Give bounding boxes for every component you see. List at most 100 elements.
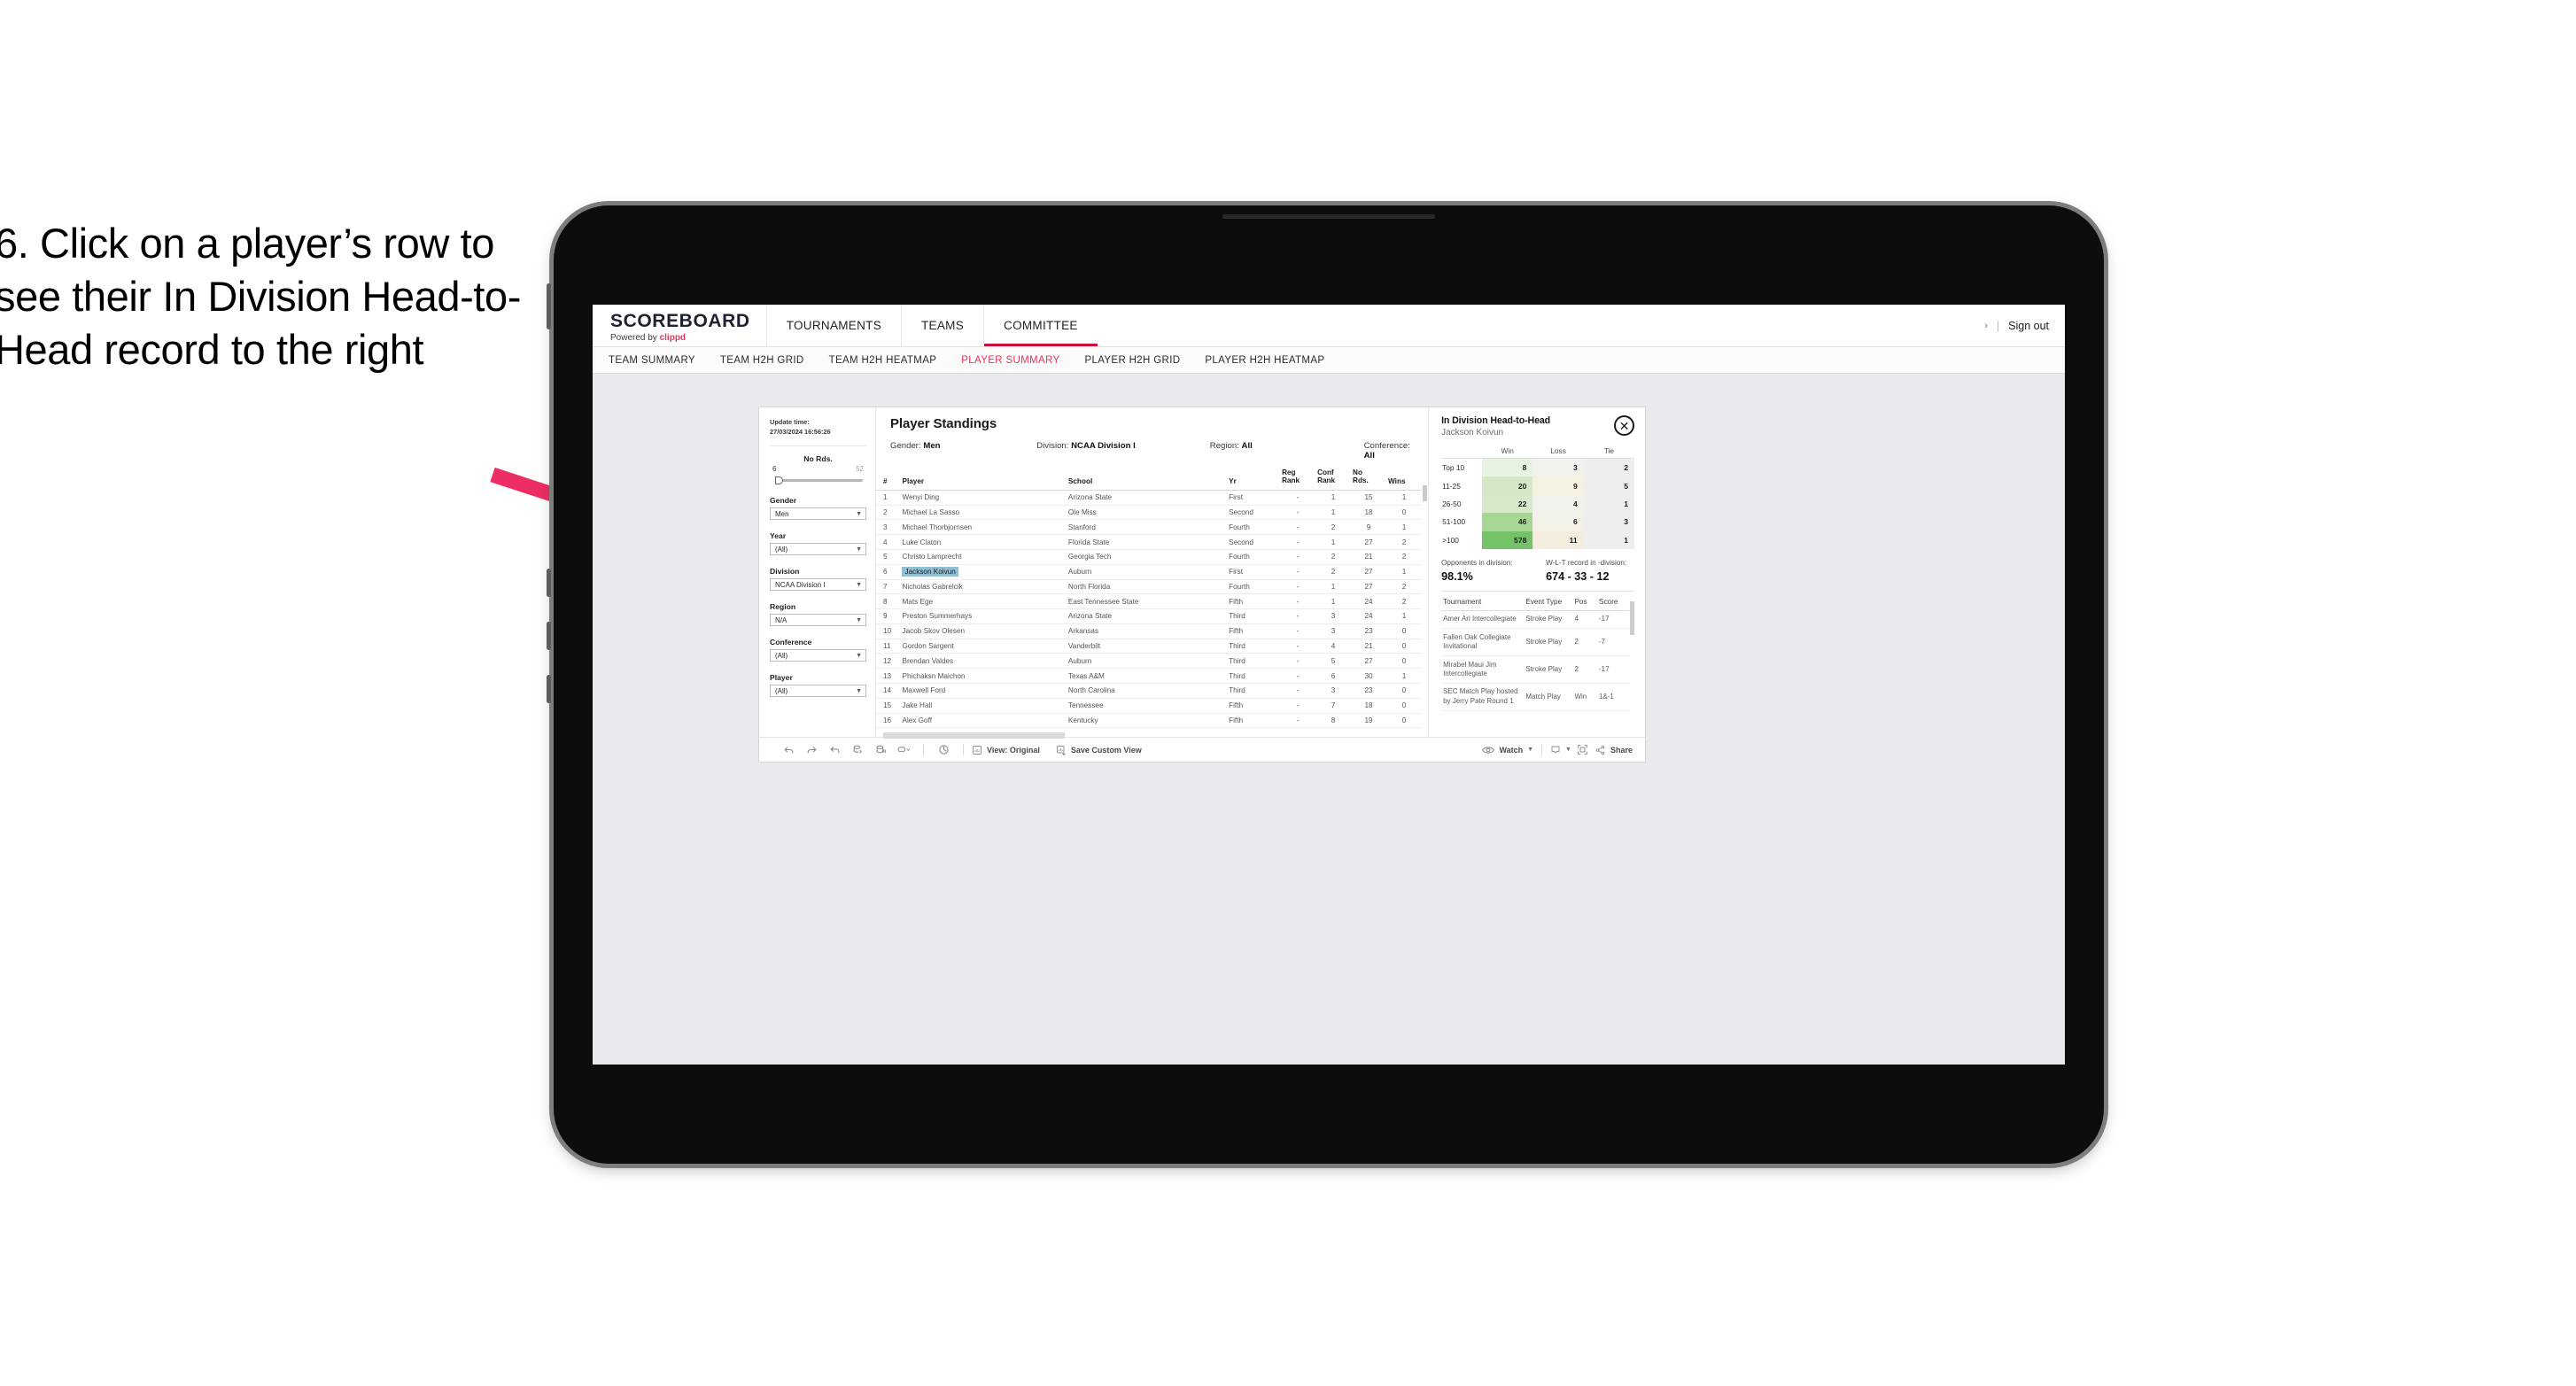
nav-tab-teams[interactable]: TEAMS (901, 305, 983, 346)
col-player[interactable]: Player (900, 466, 1067, 491)
subtab-team-h2h-grid[interactable]: TEAM H2H GRID (720, 355, 804, 366)
events-scroll[interactable]: Tournament Event Type Pos Score Amer Ari… (1441, 597, 1630, 737)
subtab-team-summary[interactable]: TEAM SUMMARY (609, 355, 695, 366)
table-row[interactable]: 10 Jacob Skov Olesen Arkansas Fifth -3 23 0 (876, 623, 1423, 639)
chevron-right-icon[interactable]: › (1984, 321, 1988, 331)
col-pos[interactable]: Pos (1572, 597, 1597, 611)
table-row[interactable]: 9 Preston Summerhays Arizona State Third -3 2… (876, 608, 1423, 624)
h2h-cell-tie[interactable]: 1 (1583, 494, 1635, 514)
table-row[interactable]: 15 Jake Hall Tennessee Fifth -7 18 0 (876, 698, 1423, 714)
table-row[interactable]: 13 Phichaksn Maichon Texas A&M Third -6 30 1 (876, 668, 1423, 684)
h2h-cell-win[interactable]: 8 (1482, 458, 1533, 477)
filter-gender-select[interactable]: Men ▼ (770, 507, 866, 521)
h2h-cell-tie[interactable]: 1 (1583, 530, 1635, 549)
h2h-cell-win[interactable]: 46 (1482, 513, 1533, 531)
standings-horizontal-scrollbar[interactable] (883, 732, 1429, 739)
col-event-type[interactable]: Event Type (1524, 597, 1573, 611)
cell-school: North Florida (1066, 579, 1228, 595)
list-item[interactable]: Mirabel Maui Jim Intercollegiate Stroke P… (1441, 655, 1630, 684)
table-row[interactable]: 12 Brendan Valdes Auburn Third -5 27 0 (876, 653, 1423, 670)
col-tournament[interactable]: Tournament (1441, 597, 1525, 611)
table-row[interactable]: 6 Jackson Koivun Auburn First -2 27 1 (876, 564, 1423, 580)
pause-icon[interactable] (869, 744, 892, 755)
h2h-cell-loss[interactable]: 4 (1532, 494, 1584, 514)
standings-table-scroll[interactable]: # Player School Yr Reg Rank Conf Rank No… (876, 466, 1423, 731)
h2h-cell-win[interactable]: 20 (1482, 476, 1533, 495)
table-row[interactable]: 2 Michael La Sasso Ole Miss Second -1 18 0 (876, 505, 1423, 521)
standings-vertical-scrollbar[interactable] (1422, 466, 1429, 731)
subtab-player-summary[interactable]: PLAYER SUMMARY (961, 355, 1059, 366)
nav-tab-tournaments[interactable]: TOURNAMENTS (765, 305, 901, 346)
view-original-button[interactable]: View: Original (972, 745, 1040, 755)
filter-region-select[interactable]: N/A ▼ (770, 614, 866, 627)
list-item[interactable]: Fallen Oak Collegiate Invitational Stroke… (1441, 628, 1630, 657)
revert-icon[interactable] (823, 744, 846, 755)
scroll-thumb[interactable] (1423, 485, 1428, 501)
refresh-icon[interactable] (846, 744, 869, 755)
tooltip-icon[interactable] (932, 744, 955, 755)
h2h-cell-tie[interactable]: 3 (1583, 513, 1635, 531)
col-no-rds[interactable]: No Rds. (1351, 466, 1387, 491)
h2h-cell-win[interactable]: 22 (1482, 494, 1533, 514)
redo-icon[interactable] (800, 744, 823, 755)
fullscreen-icon[interactable] (1571, 744, 1594, 755)
toolbar-divider (1541, 744, 1543, 755)
table-row[interactable]: 3 Michael Thorbjornsen Stanford Fourth -2 9 1 (876, 519, 1423, 536)
no-rounds-slider[interactable] (775, 476, 863, 484)
nav-tab-committee[interactable]: COMMITTEE (983, 305, 1098, 346)
h2h-cell-loss[interactable]: 11 (1532, 530, 1584, 549)
h2h-cell-loss[interactable]: 9 (1532, 476, 1584, 495)
col-year[interactable]: Yr (1227, 466, 1281, 491)
col-wins[interactable]: Wins (1386, 466, 1423, 491)
col-conf-rank[interactable]: Conf Rank (1315, 466, 1352, 491)
filter-conference-select[interactable]: (All) ▼ (770, 649, 866, 662)
h2h-cell-tie[interactable]: 5 (1583, 476, 1635, 495)
stat-opponents-label: Opponents in division: (1441, 558, 1513, 567)
subtab-player-h2h-grid[interactable]: PLAYER H2H GRID (1084, 355, 1180, 366)
watch-label: Watch (1499, 745, 1524, 755)
chevron-down-icon: ▼ (856, 652, 862, 659)
meta-conference: Conference: All (1364, 441, 1416, 461)
h2h-matrix-row: 26-50 22 4 1 (1441, 494, 1635, 514)
filter-year-select[interactable]: (All) ▼ (770, 543, 866, 556)
h2h-cell-win[interactable]: 578 (1482, 530, 1533, 549)
table-row[interactable]: 5 Christo Lamprecht Georgia Tech Fourth -2 21… (876, 549, 1423, 565)
undo-icon[interactable] (777, 744, 800, 755)
watch-button[interactable]: Watch ▼ (1482, 745, 1533, 755)
download-button[interactable]: ▼ (1550, 745, 1571, 755)
col-reg-rank[interactable]: Reg Rank (1280, 466, 1316, 491)
h2h-cell-tie[interactable]: 2 (1583, 458, 1635, 477)
h2h-matrix: Win Loss Tie Top 10 8 3 2 11-25 20 9 5 26-50 22 4 1… (1441, 446, 1635, 549)
list-item[interactable]: SEC Match Play hosted by Jerry Pate Roun… (1441, 683, 1630, 711)
table-row[interactable]: 11 Gordon Sargent Vanderbilt Third -4 21 0 (876, 639, 1423, 654)
table-row[interactable]: 17David FordNorth CarolinaThird-4211 (876, 727, 1423, 731)
h2h-cell-loss[interactable]: 3 (1532, 458, 1584, 477)
events-vertical-scrollbar[interactable] (1629, 598, 1635, 737)
slider-handle[interactable] (775, 476, 783, 484)
subtab-player-h2h-heatmap[interactable]: PLAYER H2H HEATMAP (1205, 355, 1324, 366)
col-score[interactable]: Score (1596, 597, 1630, 611)
table-row[interactable]: 8 Mats Ege East Tennessee State Fifth -1 24 2 (876, 593, 1423, 610)
pause-dropdown-icon[interactable] (892, 744, 915, 755)
filter-division-select[interactable]: NCAA Division I ▼ (770, 578, 866, 592)
scroll-thumb[interactable] (883, 732, 1065, 739)
subtab-team-h2h-heatmap[interactable]: TEAM H2H HEATMAP (829, 355, 937, 366)
table-row[interactable]: 1 Wenyi Ding Arizona State First -1 15 1 (876, 490, 1423, 506)
filter-player-select[interactable]: (All) ▼ (770, 685, 866, 698)
scroll-thumb[interactable] (1630, 600, 1635, 635)
table-row[interactable]: 16 Alex Goff Kentucky Fifth -8 19 0 (876, 713, 1423, 729)
list-item[interactable]: Amer Ari Intercollegiate Stroke Play 4 -17 (1441, 610, 1630, 630)
sign-out-link[interactable]: Sign out (2008, 320, 2049, 332)
table-row[interactable]: 14 Maxwell Ford North Carolina Third -3 23 0 (876, 683, 1423, 699)
cell-player: Luke Claton (900, 534, 1067, 550)
share-button[interactable]: Share (1594, 745, 1633, 755)
chevron-down-icon: ▼ (856, 546, 862, 553)
table-row[interactable]: 4 Luke Claton Florida State Second -1 27 2 (876, 534, 1423, 550)
col-rank[interactable]: # (876, 466, 901, 491)
h2h-cell-loss[interactable]: 6 (1532, 513, 1584, 531)
close-icon[interactable]: ✕ (1614, 415, 1635, 436)
table-row[interactable]: 7 Nicholas Gabrelcik North Florida Fourth -1… (876, 579, 1423, 595)
brand-logo[interactable]: SCOREBOARD Powered by clippd (593, 305, 766, 346)
save-custom-view-button[interactable]: Save Custom View (1056, 745, 1142, 755)
col-school[interactable]: School (1066, 466, 1228, 491)
